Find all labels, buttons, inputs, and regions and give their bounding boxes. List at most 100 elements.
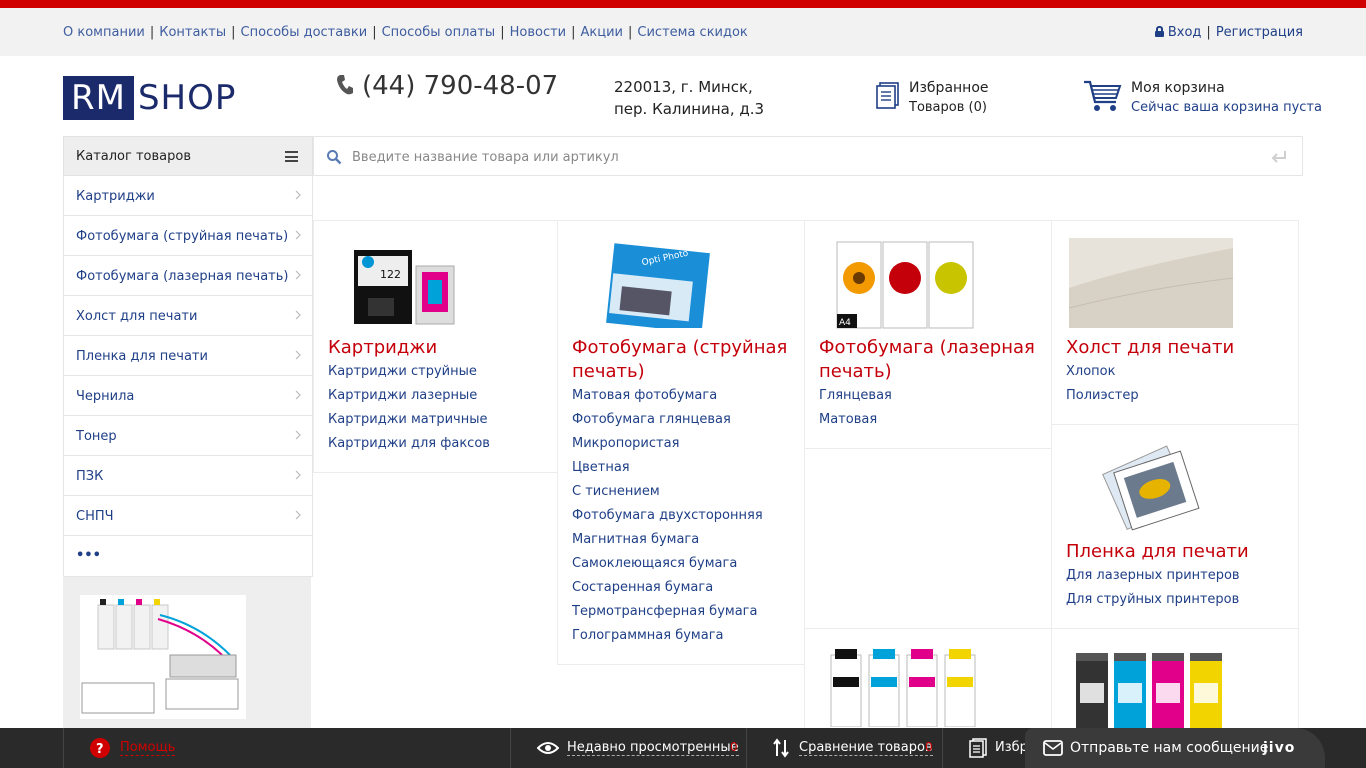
recent-section[interactable]: Недавно просмотренные 0 — [510, 728, 746, 768]
favorites-label: Избр — [995, 740, 1028, 755]
svg-text:A4: A4 — [839, 318, 851, 328]
search-icon[interactable] — [326, 149, 342, 165]
sub-link[interactable]: Фотобумага глянцевая — [572, 408, 763, 432]
sub-link[interactable]: Самоклеющаяся бумага — [572, 552, 763, 576]
chevron-right-icon — [295, 190, 301, 200]
category-subs-canvas: Хлопок Полиэстер — [1066, 360, 1139, 408]
sub-link[interactable]: Магнитная бумага — [572, 528, 763, 552]
category-card-photo-inkjet: Opti Photo Фотобумага (струйная печать) … — [557, 220, 805, 665]
compare-section[interactable]: Сравнение товаров 0 — [746, 728, 942, 768]
sub-link[interactable]: Матовая — [819, 408, 892, 432]
sub-link[interactable]: Термотрансферная бумага — [572, 600, 763, 624]
chat-label: Отправьте нам сообщение — [1070, 740, 1269, 756]
favorites-section[interactable]: Избр — [942, 728, 1032, 768]
nav-separator: | — [231, 25, 236, 40]
help-section[interactable]: ? Помощь — [63, 728, 510, 768]
sidebar-item-canvas[interactable]: Холст для печати — [63, 296, 313, 336]
canvas-thumbnail[interactable] — [1069, 238, 1233, 328]
category-title-photo-laser[interactable]: Фотобумага (лазерная печать) — [819, 336, 1039, 384]
recent-count: 0 — [730, 740, 738, 754]
sidebar-item-ink[interactable]: Чернила — [63, 376, 313, 416]
cart-status[interactable]: Сейчас ваша корзина пуста — [1131, 100, 1322, 115]
category-card-toner — [1051, 628, 1299, 738]
sidebar-item-film[interactable]: Пленка для печати — [63, 336, 313, 376]
chevron-right-icon — [295, 270, 301, 280]
category-subs-photo-laser: Глянцевая Матовая — [819, 384, 892, 432]
sub-link[interactable]: Микропористая — [572, 432, 763, 456]
nav-link-about[interactable]: О компании — [63, 25, 145, 40]
sub-link[interactable]: Фотобумага двухсторонняя — [572, 504, 763, 528]
enter-icon[interactable] — [1270, 149, 1288, 165]
category-title-photo-inkjet[interactable]: Фотобумага (струйная печать) — [572, 336, 792, 384]
register-link[interactable]: Регистрация — [1216, 25, 1303, 40]
help-label: Помощь — [120, 740, 176, 756]
film-thumbnail[interactable] — [1096, 442, 1206, 532]
recent-label: Недавно просмотренные — [567, 740, 739, 756]
chevron-right-icon — [295, 470, 301, 480]
category-title-film[interactable]: Пленка для печати — [1066, 540, 1286, 564]
nav-link-delivery[interactable]: Способы доставки — [241, 25, 368, 40]
chevron-right-icon — [295, 310, 301, 320]
chevron-right-icon — [295, 430, 301, 440]
site-logo[interactable]: RM SHOP — [63, 76, 236, 120]
nav-link-news[interactable]: Новости — [510, 25, 567, 40]
auth-links: Вход | Регистрация — [1154, 25, 1303, 40]
sidebar-item-label: Картриджи — [76, 189, 155, 204]
sub-link[interactable]: Для лазерных принтеров — [1066, 564, 1240, 588]
category-subs-film: Для лазерных принтеров Для струйных прин… — [1066, 564, 1240, 612]
compare-count: 0 — [925, 740, 933, 754]
promo-banner[interactable] — [63, 577, 311, 737]
sidebar-item-pzk[interactable]: ПЗК — [63, 456, 313, 496]
nav-link-contacts[interactable]: Контакты — [159, 25, 226, 40]
photo-paper-laser-thumbnail[interactable]: A4 — [835, 238, 975, 330]
ink-thumbnail[interactable] — [829, 647, 979, 727]
photo-paper-inkjet-thumbnail[interactable]: Opti Photo — [602, 238, 712, 328]
sidebar-item-label: Чернила — [76, 389, 135, 404]
chevron-right-icon — [295, 230, 301, 240]
sidebar-item-ciss[interactable]: СНПЧ — [63, 496, 313, 536]
nav-link-promotions[interactable]: Акции — [581, 25, 624, 40]
chat-widget[interactable]: Отправьте нам сообщение jivo — [1025, 728, 1325, 768]
sidebar-item-label: ПЗК — [76, 469, 104, 484]
sub-link[interactable]: С тиснением — [572, 480, 763, 504]
sidebar-item-cartridges[interactable]: Картриджи — [63, 176, 313, 216]
search-input[interactable] — [352, 145, 1252, 169]
sub-link[interactable]: Цветная — [572, 456, 763, 480]
chevron-right-icon — [295, 350, 301, 360]
top-nav: О компании | Контакты | Способы доставки | Спо… — [0, 8, 1366, 56]
sub-link[interactable]: Картриджи лазерные — [328, 384, 490, 408]
sub-link[interactable]: Полиэстер — [1066, 384, 1139, 408]
sub-link[interactable]: Для струйных принтеров — [1066, 588, 1240, 612]
nav-separator: | — [500, 25, 505, 40]
sidebar-more-button[interactable]: ••• — [63, 536, 313, 577]
nav-separator: | — [149, 25, 155, 40]
sidebar-item-label: Пленка для печати — [76, 349, 208, 364]
cart-title: Моя корзина — [1131, 80, 1225, 96]
sidebar-item-photo-laser[interactable]: Фотобумага (лазерная печать) — [63, 256, 313, 296]
sub-link[interactable]: Матовая фотобумага — [572, 384, 763, 408]
catalog-sidebar: Картриджи Фотобумага (струйная печать) Ф… — [63, 176, 313, 577]
nav-link-discounts[interactable]: Система скидок — [637, 25, 747, 40]
sub-link[interactable]: Глянцевая — [819, 384, 892, 408]
sidebar-item-toner[interactable]: Тонер — [63, 416, 313, 456]
login-link[interactable]: Вход — [1168, 25, 1202, 40]
category-title-canvas[interactable]: Холст для печати — [1066, 336, 1286, 360]
sub-link[interactable]: Картриджи матричные — [328, 408, 490, 432]
sub-link[interactable]: Состаренная бумага — [572, 576, 763, 600]
catalog-header[interactable]: Каталог товаров — [63, 136, 313, 176]
sub-link[interactable]: Хлопок — [1066, 360, 1139, 384]
sidebar-item-photo-inkjet[interactable]: Фотобумага (струйная печать) — [63, 216, 313, 256]
toner-thumbnail[interactable] — [1074, 653, 1224, 733]
phone-number[interactable]: (44) 790-48-07 — [336, 71, 558, 101]
cartridge-thumbnail[interactable]: 122 — [350, 238, 460, 328]
nav-separator: | — [571, 25, 576, 40]
sub-link[interactable]: Картриджи струйные — [328, 360, 490, 384]
nav-link-payment[interactable]: Способы оплаты — [382, 25, 496, 40]
category-title-cartridges[interactable]: Картриджи — [328, 336, 548, 360]
sidebar-item-label: Фотобумага (струйная печать) — [76, 229, 289, 244]
sub-link[interactable]: Картриджи для факсов — [328, 432, 490, 456]
address-line-2: пер. Калинина, д.3 — [614, 100, 765, 118]
compare-label: Сравнение товаров — [799, 740, 933, 756]
svg-text:?: ? — [96, 742, 104, 757]
sub-link[interactable]: Голограммная бумага — [572, 624, 763, 648]
